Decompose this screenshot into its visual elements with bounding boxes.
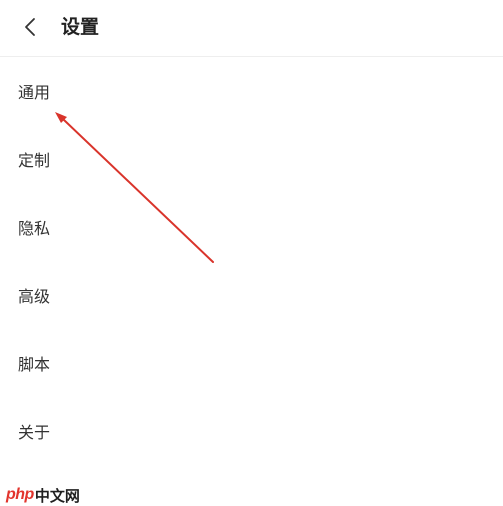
menu-item-privacy[interactable]: 隐私 <box>0 193 503 261</box>
top-bar: 设置 <box>0 0 503 57</box>
menu-item-advanced[interactable]: 高级 <box>0 261 503 329</box>
menu-item-scripts[interactable]: 脚本 <box>0 329 503 397</box>
menu-item-customize[interactable]: 定制 <box>0 125 503 193</box>
menu-item-general[interactable]: 通用 <box>0 57 503 125</box>
watermark-brand: php <box>6 486 34 503</box>
settings-menu: 通用 定制 隐私 高级 脚本 关于 <box>0 57 503 465</box>
watermark-text: 中文网 <box>34 487 80 505</box>
back-button[interactable] <box>14 10 48 44</box>
menu-item-about[interactable]: 关于 <box>0 397 503 465</box>
watermark-logo: php 中文网 <box>6 484 80 506</box>
chevron-left-icon <box>25 18 35 36</box>
page-title: 设置 <box>61 16 100 38</box>
